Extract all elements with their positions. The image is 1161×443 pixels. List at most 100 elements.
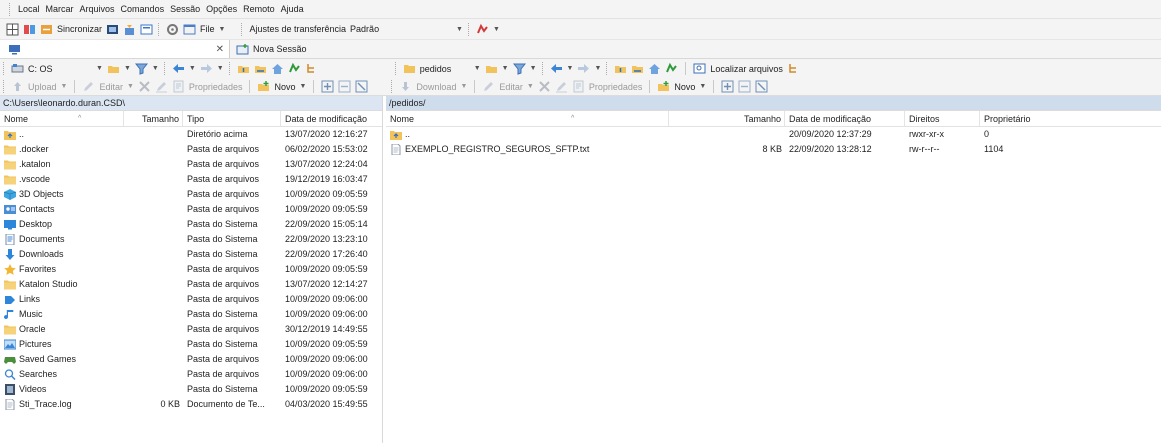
invert-selection-icon[interactable] — [354, 79, 369, 94]
table-row[interactable]: .vscode Pasta de arquivos 19/12/2019 16:03… — [0, 172, 382, 187]
table-row[interactable]: Videos Pasta do Sistema 10/09/2020 09:05:5… — [0, 382, 382, 397]
file-name-cell[interactable]: .katalon — [0, 157, 124, 172]
column-header-modified[interactable]: Data de modificação — [281, 111, 381, 126]
file-name-cell[interactable]: 3D Objects — [0, 187, 124, 202]
back-arrow-icon[interactable] — [549, 61, 564, 76]
column-header-size[interactable]: Tamanho — [124, 111, 183, 126]
edit-icon[interactable] — [81, 79, 96, 94]
new-icon[interactable] — [656, 79, 671, 94]
file-name-cell[interactable]: Desktop — [0, 217, 124, 232]
file-name-cell[interactable]: Videos — [0, 382, 124, 397]
table-row[interactable]: Links Pasta de arquivos 10/09/2020 09:06:0… — [0, 292, 382, 307]
chevron-down-icon[interactable]: ▼ — [297, 83, 308, 90]
deselect-all-icon[interactable] — [337, 79, 352, 94]
chevron-down-icon[interactable]: ▼ — [150, 65, 161, 72]
menu-marcar[interactable]: Marcar — [43, 0, 77, 18]
filter-icon[interactable] — [134, 61, 149, 76]
rename-icon[interactable] — [154, 79, 169, 94]
table-row[interactable]: Searches Pasta de arquivos 10/09/2020 09:0… — [0, 367, 382, 382]
table-row[interactable]: Katalon Studio Pasta de arquivos 13/07/202… — [0, 277, 382, 292]
select-all-icon[interactable] — [720, 79, 735, 94]
session-tab[interactable]: ✕ — [0, 40, 230, 58]
parent-directory-icon[interactable] — [613, 61, 628, 76]
file-name-cell[interactable]: Oracle — [0, 322, 124, 337]
table-row[interactable]: Downloads Pasta do Sistema 22/09/2020 17:2… — [0, 247, 382, 262]
remote-folder-select[interactable]: pedidos — [418, 61, 472, 77]
chevron-down-icon[interactable]: ▼ — [217, 26, 228, 33]
synchronize-icon[interactable] — [39, 22, 54, 37]
upload-button[interactable]: Upload — [26, 79, 59, 95]
chevron-down-icon[interactable]: ▼ — [565, 65, 576, 72]
file-name-cell[interactable]: Pictures — [0, 337, 124, 352]
file-name-cell[interactable]: Searches — [0, 367, 124, 382]
properties-icon[interactable] — [571, 79, 586, 94]
file-name-cell[interactable]: Documents — [0, 232, 124, 247]
chevron-down-icon[interactable]: ▼ — [697, 83, 708, 90]
local-browser-icon[interactable] — [5, 22, 20, 37]
properties-icon[interactable] — [171, 79, 186, 94]
chevron-down-icon[interactable]: ▼ — [454, 26, 465, 33]
forward-arrow-icon[interactable] — [576, 61, 591, 76]
compare-directories-icon[interactable] — [22, 22, 37, 37]
new-session-tab[interactable]: Nova Sessão — [251, 41, 309, 57]
menu-opcoes[interactable]: Opções — [203, 0, 240, 18]
new-button[interactable]: Novo — [272, 79, 297, 95]
menu-comandos[interactable]: Comandos — [118, 0, 168, 18]
file-name-cell[interactable]: Links — [0, 292, 124, 307]
refresh-icon[interactable] — [664, 61, 679, 76]
chevron-down-icon[interactable]: ▼ — [458, 83, 469, 90]
file-name-cell[interactable]: Saved Games — [0, 352, 124, 367]
table-row[interactable]: Contacts Pasta de arquivos 10/09/2020 09:0… — [0, 202, 382, 217]
table-row[interactable]: Documents Pasta do Sistema 22/09/2020 13:2… — [0, 232, 382, 247]
chevron-down-icon[interactable]: ▼ — [125, 83, 136, 90]
column-header-name[interactable]: Nome — [0, 111, 124, 126]
table-row[interactable]: Favorites Pasta de arquivos 10/09/2020 09:… — [0, 262, 382, 277]
column-header-size[interactable]: Tamanho — [669, 111, 785, 126]
column-header-owner[interactable]: Proprietário — [980, 111, 1100, 126]
table-row[interactable]: Sti_Trace.log 0 KB Documento de Te... 04/03… — [0, 397, 382, 412]
chevron-down-icon[interactable]: ▼ — [122, 65, 133, 72]
properties-button[interactable]: Propriedades — [587, 79, 645, 95]
new-button[interactable]: Novo — [672, 79, 697, 95]
file-name-cell[interactable]: .docker — [0, 142, 124, 157]
delete-icon[interactable] — [137, 79, 152, 94]
transfer-settings-select[interactable]: Padrão — [348, 21, 438, 37]
menu-arquivos[interactable]: Arquivos — [77, 0, 118, 18]
chevron-down-icon[interactable]: ▼ — [187, 65, 198, 72]
remote-path-bar[interactable]: /pedidos/ — [386, 96, 1161, 111]
table-row[interactable]: EXEMPLO_REGISTRO_SEGUROS_SFTP.txt 8 KB 22/… — [386, 142, 1161, 157]
local-drive-select[interactable]: C: OS — [26, 61, 94, 77]
file-name-cell[interactable]: EXEMPLO_REGISTRO_SEGUROS_SFTP.txt — [386, 142, 669, 157]
delete-icon[interactable] — [537, 79, 552, 94]
new-session-icon[interactable] — [235, 42, 250, 57]
rename-icon[interactable] — [554, 79, 569, 94]
transfer-options-icon[interactable] — [475, 22, 490, 37]
download-icon[interactable] — [398, 79, 413, 94]
home-icon[interactable] — [647, 61, 662, 76]
root-directory-icon[interactable] — [253, 61, 268, 76]
file-name-cell[interactable]: Favorites — [0, 262, 124, 277]
home-icon[interactable] — [270, 61, 285, 76]
chevron-down-icon[interactable]: ▼ — [94, 65, 105, 72]
chevron-down-icon[interactable]: ▼ — [472, 65, 483, 72]
menu-remoto[interactable]: Remoto — [240, 0, 278, 18]
local-path-bar[interactable]: C:\Users\leonardo.duran.CSD\ — [0, 96, 382, 111]
file-name-cell[interactable]: Sti_Trace.log — [0, 397, 124, 412]
edit-button[interactable]: Editar — [497, 79, 525, 95]
table-row[interactable]: .. Diretório acima 13/07/2020 12:16:27 — [0, 127, 382, 142]
download-button[interactable]: Download — [414, 79, 458, 95]
tree-view-icon[interactable] — [304, 61, 319, 76]
preferences-icon[interactable] — [165, 22, 180, 37]
column-header-type[interactable]: Tipo — [183, 111, 281, 126]
chevron-down-icon[interactable]: ▼ — [215, 65, 226, 72]
table-row[interactable]: Pictures Pasta do Sistema 10/09/2020 09:05… — [0, 337, 382, 352]
chevron-down-icon[interactable]: ▼ — [491, 26, 502, 33]
file-menu-label[interactable]: File — [198, 21, 217, 37]
terminal-icon[interactable] — [139, 22, 154, 37]
chevron-down-icon[interactable]: ▼ — [500, 65, 511, 72]
synchronize-browse-icon[interactable] — [105, 22, 120, 37]
close-tab-icon[interactable]: ✕ — [216, 44, 224, 55]
forward-arrow-icon[interactable] — [199, 61, 214, 76]
table-row[interactable]: .. 20/09/2020 12:37:29 rwxr-xr-x 0 — [386, 127, 1161, 142]
menu-sessao[interactable]: Sessão — [167, 0, 203, 18]
